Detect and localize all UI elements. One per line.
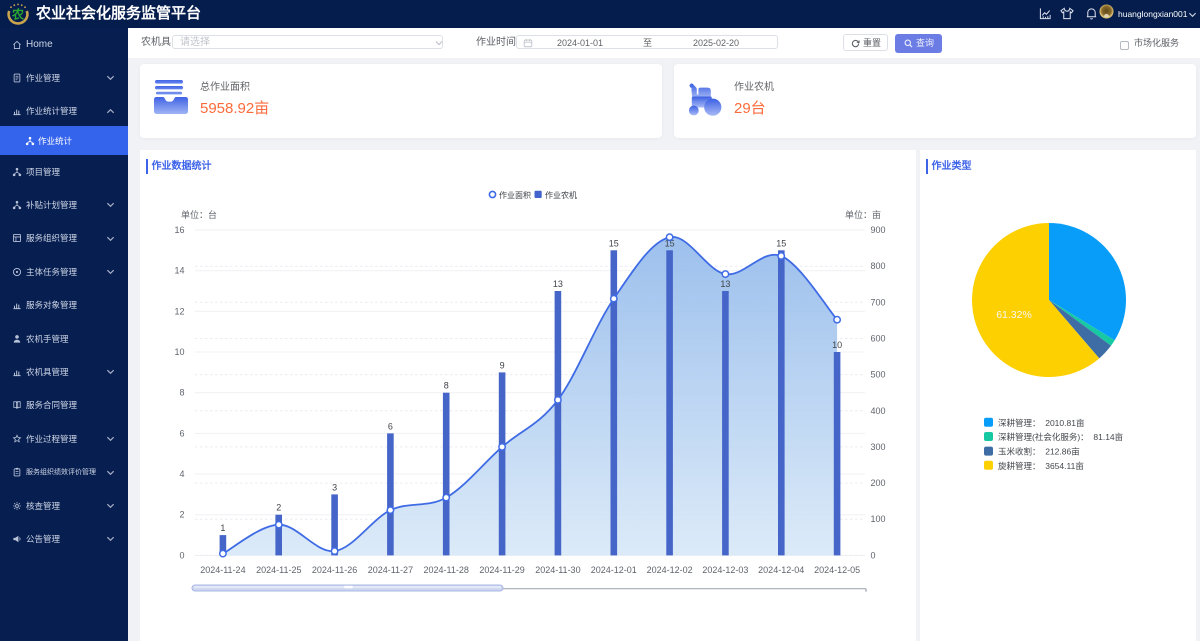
svg-text:10: 10 <box>832 340 842 350</box>
svg-text:14: 14 <box>174 266 184 276</box>
svg-text:1: 1 <box>220 523 225 533</box>
svg-text:4: 4 <box>179 469 184 479</box>
svg-text:2: 2 <box>179 510 184 520</box>
svg-text:作业面积: 作业面积 <box>499 190 531 200</box>
svg-text:100: 100 <box>871 514 886 524</box>
svg-text:旋耕管理： 3654.11亩: 旋耕管理： 3654.11亩 <box>998 461 1084 471</box>
svg-text:单位：台: 单位：台 <box>181 209 217 220</box>
svg-text:8: 8 <box>444 381 449 391</box>
svg-text:700: 700 <box>871 297 886 307</box>
svg-text:2024-11-29: 2024-11-29 <box>479 565 524 575</box>
svg-text:600: 600 <box>871 334 886 344</box>
svg-text:10: 10 <box>174 347 184 357</box>
svg-text:15: 15 <box>609 238 619 248</box>
svg-text:深耕管理(社会化服务)： 81.14亩: 深耕管理(社会化服务)： 81.14亩 <box>998 432 1123 442</box>
svg-text:15: 15 <box>776 238 786 248</box>
svg-text:16: 16 <box>174 225 184 235</box>
svg-text:2024-12-03: 2024-12-03 <box>702 565 748 575</box>
svg-text:玉米收割： 212.86亩: 玉米收割： 212.86亩 <box>998 447 1080 457</box>
svg-text:深耕管理： 2010.81亩: 深耕管理： 2010.81亩 <box>998 418 1084 428</box>
svg-text:2024-12-05: 2024-12-05 <box>814 565 860 575</box>
svg-text:800: 800 <box>871 261 886 271</box>
svg-text:300: 300 <box>871 442 886 452</box>
svg-text:0: 0 <box>179 550 184 560</box>
svg-text:2024-11-27: 2024-11-27 <box>368 565 413 575</box>
svg-text:3: 3 <box>332 482 337 492</box>
svg-text:13: 13 <box>720 279 730 289</box>
svg-text:400: 400 <box>871 406 886 416</box>
svg-text:900: 900 <box>871 225 886 235</box>
svg-text:61.32%: 61.32% <box>996 309 1032 321</box>
svg-text:2024-12-02: 2024-12-02 <box>647 565 693 575</box>
svg-text:12: 12 <box>174 306 184 316</box>
svg-text:9: 9 <box>500 360 505 370</box>
svg-text:13: 13 <box>553 279 563 289</box>
svg-text:2024-12-01: 2024-12-01 <box>591 565 637 575</box>
svg-text:6: 6 <box>388 421 393 431</box>
svg-text:0: 0 <box>871 550 876 560</box>
svg-text:单位：亩: 单位：亩 <box>845 209 881 220</box>
svg-text:2024-11-30: 2024-11-30 <box>535 565 580 575</box>
svg-text:2: 2 <box>276 503 281 513</box>
svg-text:2024-12-04: 2024-12-04 <box>758 565 804 575</box>
svg-text:2024-11-28: 2024-11-28 <box>424 565 469 575</box>
svg-text:6: 6 <box>179 428 184 438</box>
svg-text:农: 农 <box>11 7 24 22</box>
svg-text:500: 500 <box>871 370 886 380</box>
svg-text:2024-11-26: 2024-11-26 <box>312 565 357 575</box>
svg-text:8: 8 <box>179 388 184 398</box>
svg-text:作业农机: 作业农机 <box>545 190 577 200</box>
svg-text:2024-11-24: 2024-11-24 <box>200 565 245 575</box>
svg-text:2024-11-25: 2024-11-25 <box>256 565 301 575</box>
svg-text:200: 200 <box>871 478 886 488</box>
